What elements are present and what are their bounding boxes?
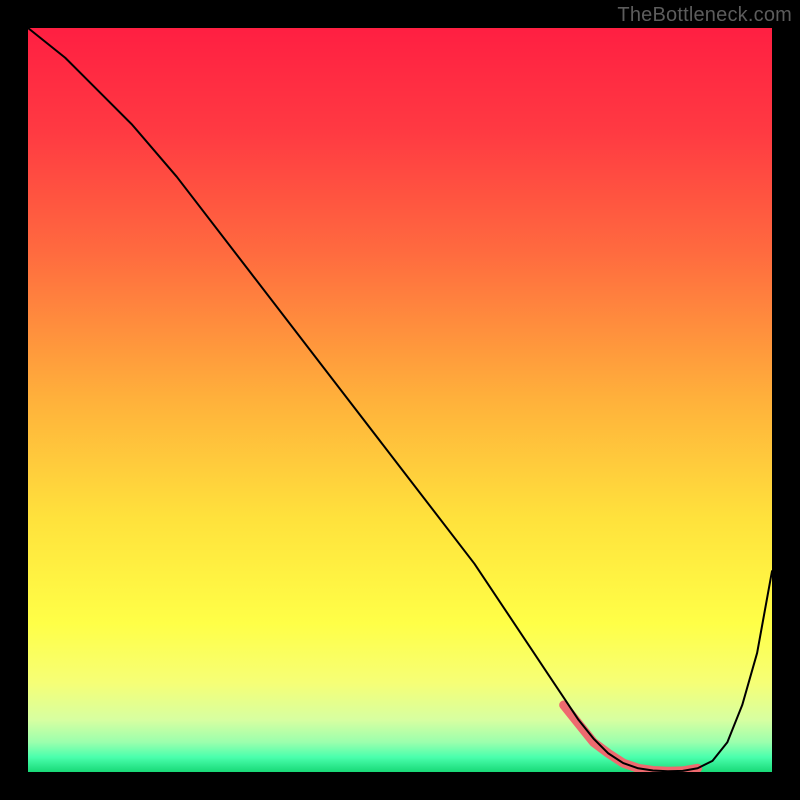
chart-background	[28, 28, 772, 772]
watermark-text: TheBottleneck.com	[617, 4, 792, 27]
chart-svg	[28, 28, 772, 772]
chart-plot-area	[28, 28, 772, 772]
chart-frame: TheBottleneck.com	[0, 0, 800, 800]
